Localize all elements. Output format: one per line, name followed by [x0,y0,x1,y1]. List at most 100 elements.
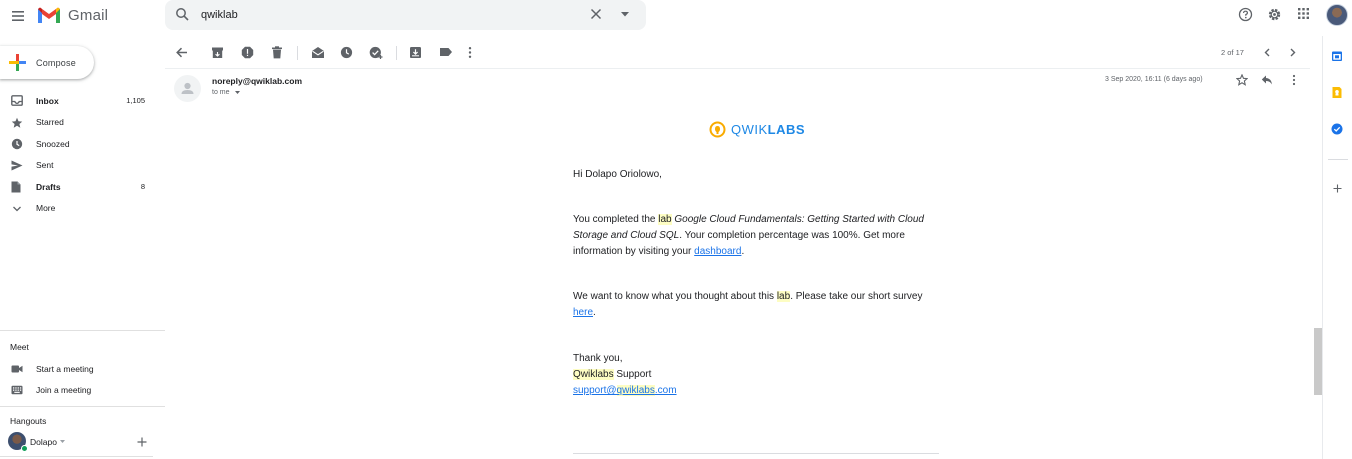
report-spam-icon[interactable] [241,46,254,59]
gmail-wordmark: Gmail [68,6,109,24]
person-icon [181,82,194,94]
compose-plus-icon [9,54,26,71]
qwiklabs-logo: QWIKLABS [709,121,805,138]
settings-gear-icon[interactable] [1267,7,1282,22]
search-input[interactable] [201,6,581,24]
sidebar-nav: Inbox 1,105 Starred Snoozed Sent Drafts … [0,90,160,219]
sidebar-item-label: Starred [36,117,64,128]
hangouts-section-title: Hangouts [10,416,47,426]
recipient-label: to me [212,89,230,96]
sidebar-item-label: Inbox [36,95,59,106]
sidebar-item-sent[interactable]: Sent [0,155,160,177]
start-meeting-label: Start a meeting [36,364,94,374]
sidebar-divider [0,456,153,457]
email-paragraph-completion: You completed the lab Google Cloud Funda… [573,214,924,258]
keep-icon[interactable] [1331,86,1343,99]
message-date: 3 Sep 2020, 16:11 (6 days ago) [1105,76,1203,83]
calendar-icon[interactable] [1331,50,1343,62]
apps-grid-icon[interactable] [1297,7,1310,20]
toolbar-divider [396,46,397,60]
keyboard-icon [11,385,23,395]
search-highlight: lab [776,291,791,302]
newer-chevron-left-icon[interactable] [1263,48,1271,57]
survey-link[interactable]: here [573,307,593,318]
sidebar-item-label: Drafts [36,181,61,192]
signature-name: Qwiklabs Support [573,369,652,381]
email-signature: Thank you, Qwiklabs Support support@qwik… [573,351,939,400]
clock-icon [11,138,23,150]
side-panel [1322,36,1352,459]
add-to-tasks-icon[interactable] [369,46,383,59]
dashboard-link[interactable]: dashboard [694,246,741,257]
account-avatar[interactable] [1326,4,1348,26]
search-bar[interactable] [165,0,646,30]
recipient-details-dropdown-icon[interactable] [235,90,241,94]
more-options-vertical-icon[interactable] [468,46,472,59]
pagination-text: 2 of 17 [1221,48,1244,57]
sidebar-item-label: More [36,203,56,214]
sidebar-item-more[interactable]: More [0,198,160,220]
search-highlight: Qwiklabs [573,369,614,381]
drafts-count: 8 [140,182,145,192]
mark-as-unread-icon[interactable] [311,46,325,59]
label-tag-icon[interactable] [439,46,453,58]
sender-avatar[interactable] [174,75,201,102]
online-status-dot [21,445,28,452]
new-conversation-plus-icon[interactable] [137,437,147,447]
gmail-m-icon [38,7,60,23]
chevron-down-icon [11,203,23,215]
back-arrow-icon[interactable] [175,46,188,59]
recipient-line[interactable]: to me [212,89,241,96]
move-to-icon[interactable] [409,46,422,59]
search-highlight: lab [658,214,672,225]
draft-icon [11,181,21,193]
search-icon[interactable] [175,7,190,22]
gmail-logo[interactable]: Gmail [36,5,108,25]
join-meeting-label: Join a meeting [36,385,92,395]
sidebar-item-label: Snoozed [36,138,70,149]
sender-email[interactable]: noreply@qwiklab.com [212,76,302,86]
message-toolbar: 2 of 17 [165,38,1310,68]
meet-section-title: Meet [10,342,29,352]
email-paragraph-survey: We want to know what you thought about t… [573,291,923,319]
star-outline-icon[interactable] [1236,74,1248,86]
sidebar-item-drafts[interactable]: Drafts 8 [0,176,160,198]
sidebar-divider [0,406,165,407]
video-camera-icon [11,364,23,374]
qwiklabs-mark-icon [709,121,726,138]
delete-trash-icon[interactable] [271,46,283,59]
sidebar-item-snoozed[interactable]: Snoozed [0,133,160,155]
qwiklabs-wordmark: QWIKLABS [731,122,806,137]
get-addons-plus-icon[interactable] [1333,184,1342,193]
toolbar-divider [297,46,298,60]
message-more-vertical-icon[interactable] [1292,74,1296,86]
sidebar-item-label: Sent [36,160,54,171]
start-meeting-item[interactable]: Start a meeting [0,359,160,379]
snooze-clock-icon[interactable] [340,46,353,59]
star-icon [11,117,23,129]
search-options-icon[interactable] [621,12,629,17]
compose-button[interactable]: Compose [0,46,94,79]
hangouts-status-dropdown-icon[interactable] [60,440,65,443]
send-icon [11,160,23,171]
reply-arrow-icon[interactable] [1261,74,1273,86]
help-icon[interactable] [1238,7,1253,22]
side-panel-divider [1328,159,1348,160]
toolbar-bottom-divider [165,68,1310,69]
clear-search-icon[interactable] [590,8,602,20]
archive-icon[interactable] [211,46,224,59]
hangouts-user-name[interactable]: Dolapo [30,437,57,447]
inbox-icon [11,95,23,106]
sidebar-item-inbox[interactable]: Inbox 1,105 [0,90,160,112]
sidebar-item-starred[interactable]: Starred [0,112,160,134]
message-scrollbar-thumb[interactable] [1314,328,1322,395]
tasks-icon[interactable] [1331,123,1343,135]
sign-off: Thank you, [573,353,623,364]
unread-count: 1,105 [126,96,145,106]
compose-label: Compose [36,57,76,68]
email-footer-divider [573,453,939,454]
older-chevron-right-icon[interactable] [1289,48,1297,57]
join-meeting-item[interactable]: Join a meeting [0,380,160,400]
main-menu-icon[interactable] [8,6,28,26]
support-email-link[interactable]: support@qwiklabs.com [573,385,677,397]
